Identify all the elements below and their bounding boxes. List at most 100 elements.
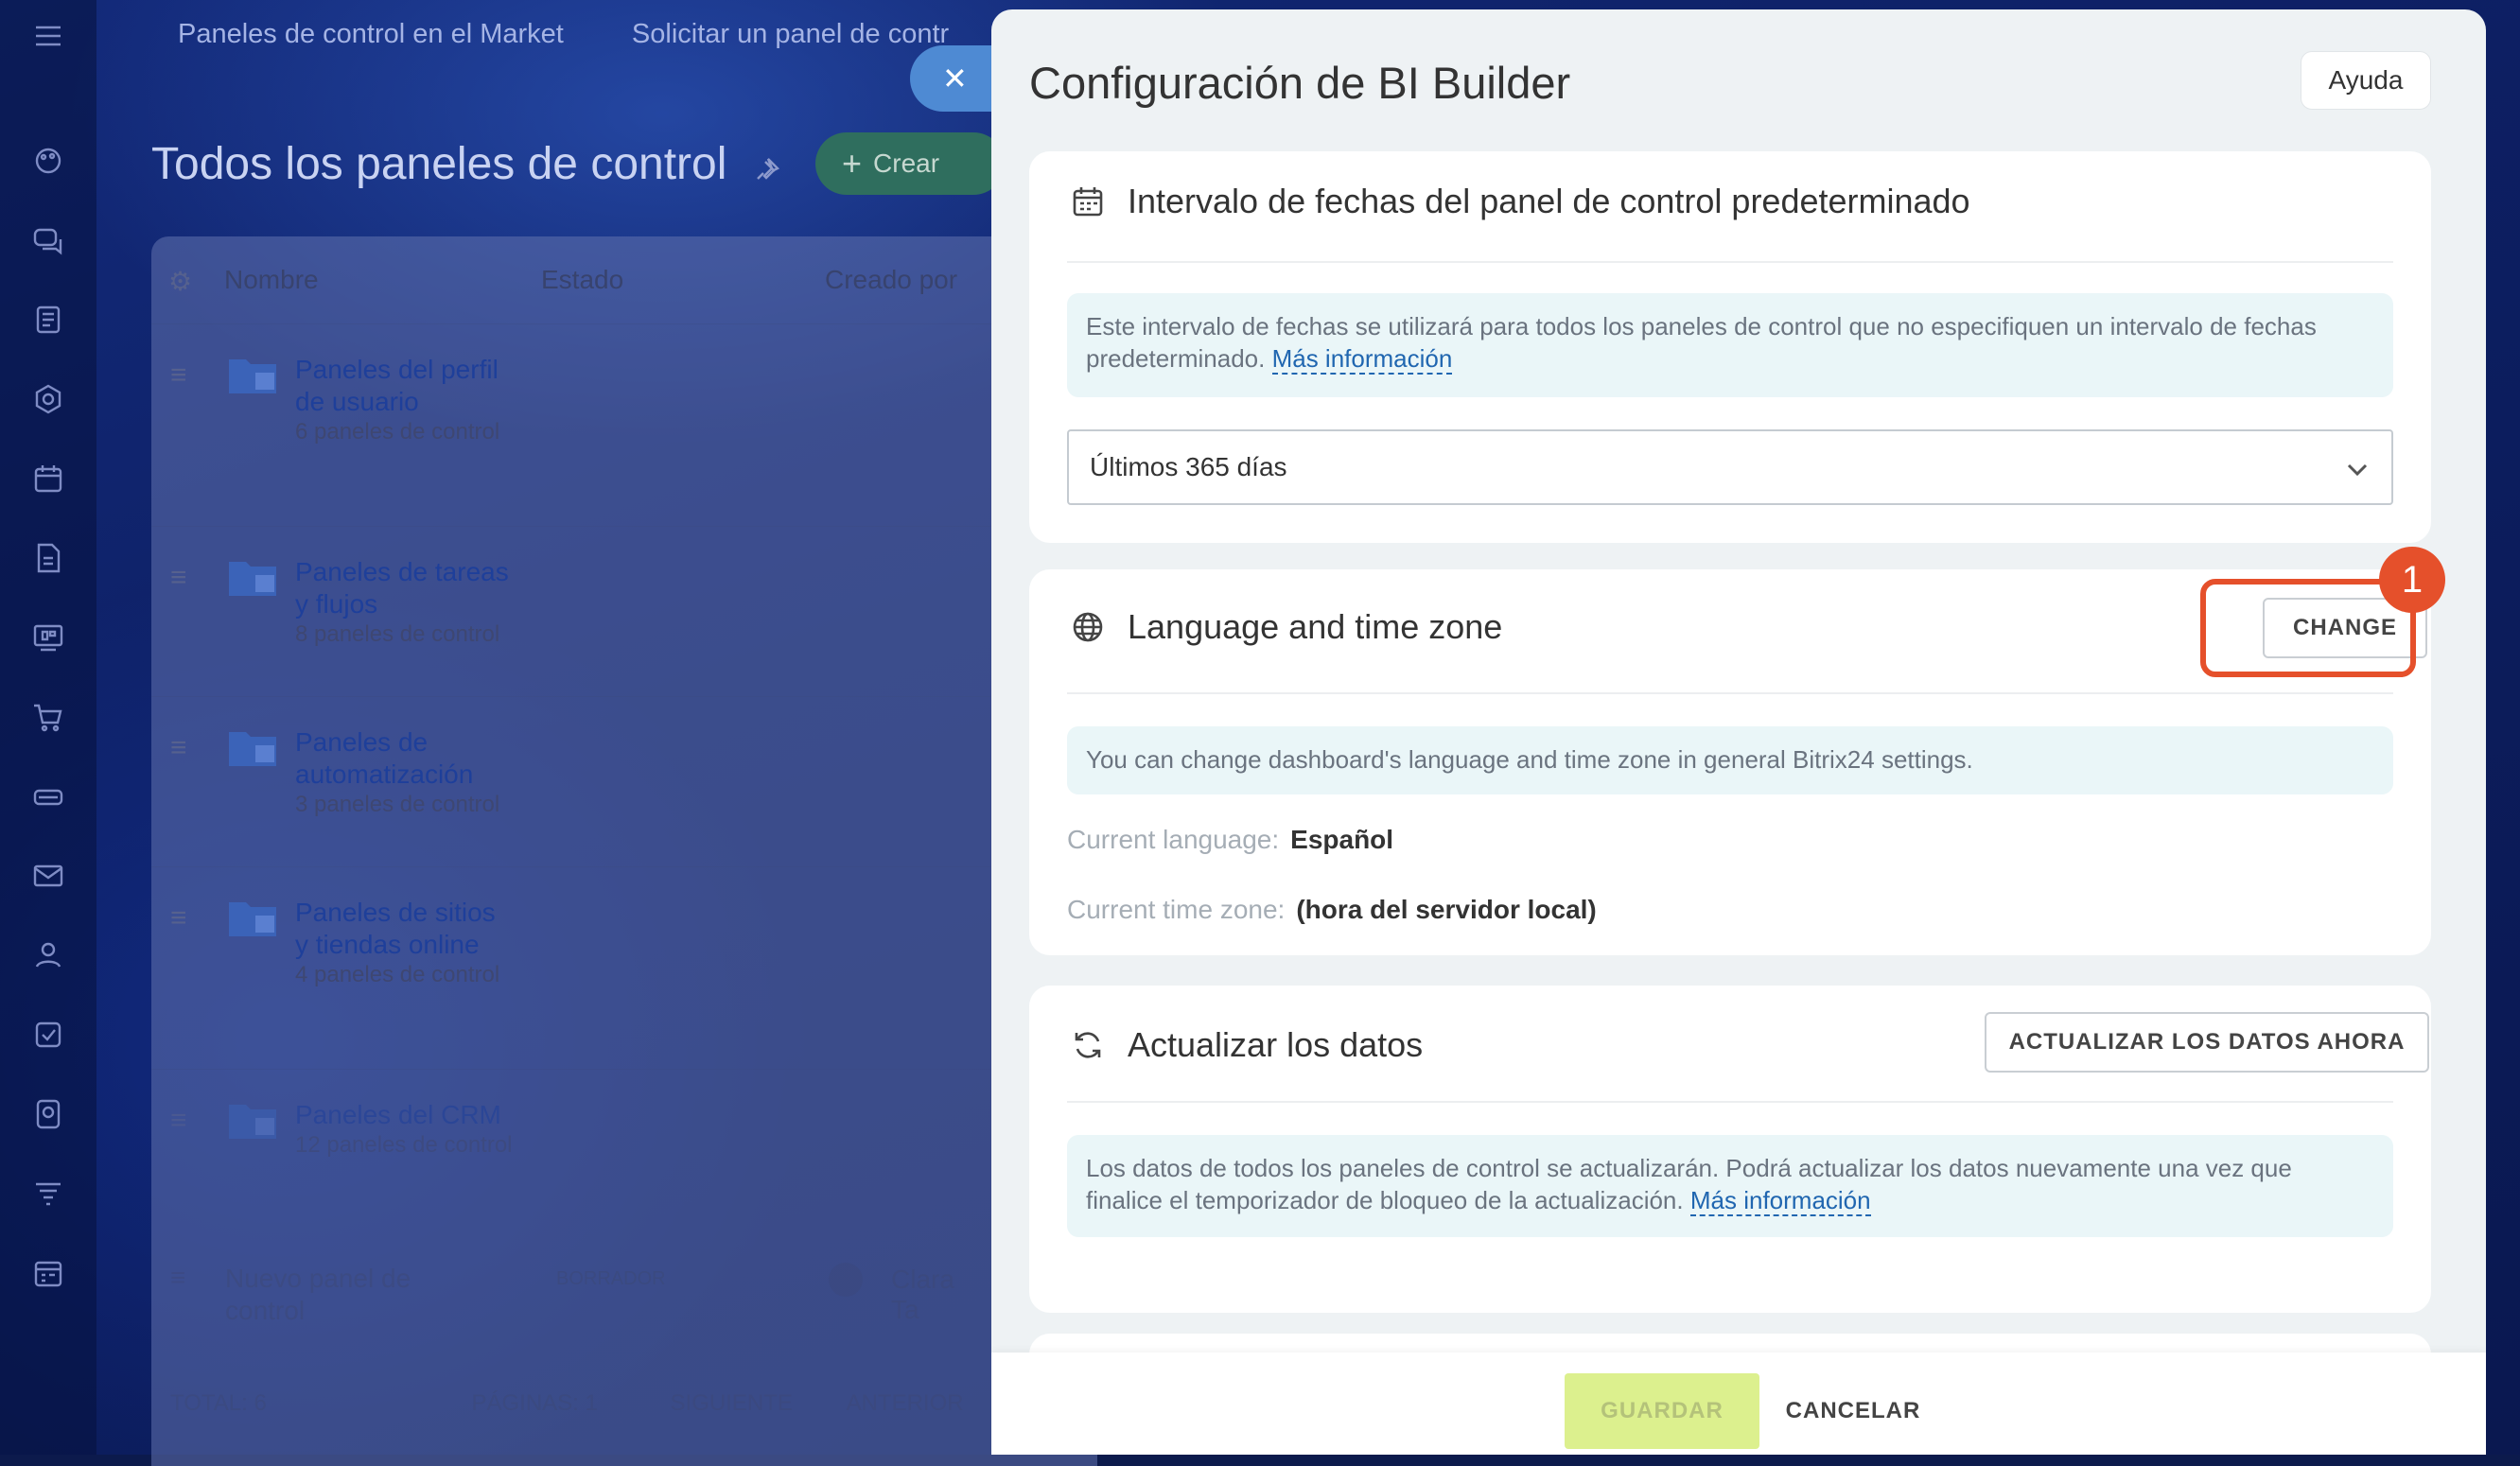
palette-icon[interactable]	[29, 142, 67, 180]
divider	[1067, 261, 2393, 263]
dashboard-count: 6 paneles de control	[295, 419, 500, 445]
divider	[1067, 692, 2393, 694]
hexagon-icon[interactable]	[29, 380, 67, 418]
divider	[1067, 1101, 2393, 1103]
step-badge: 1	[2379, 547, 2445, 613]
more-info-link[interactable]: Más información	[1271, 344, 1453, 375]
drag-handle-icon[interactable]: ≡	[170, 1263, 185, 1293]
create-label: Crear	[873, 148, 940, 178]
calendar-icon	[1073, 187, 1103, 217]
refresh-now-button[interactable]: ACTUALIZAR LOS DATOS AHORA	[1985, 1012, 2429, 1073]
author-name[interactable]: Clara Ta	[891, 1265, 984, 1325]
current-timezone-value: (hora del servidor local)	[1296, 895, 1597, 924]
current-language-label: Current language:	[1067, 825, 1280, 854]
tasks-icon[interactable]	[29, 1016, 67, 1054]
create-button[interactable]: + Crear	[815, 132, 1005, 195]
column-header-created-by[interactable]: Creado por	[825, 265, 957, 295]
document-icon[interactable]	[29, 539, 67, 577]
slider-footer: GUARDAR CANCELAR	[991, 1353, 2486, 1455]
folder-icon	[229, 359, 276, 393]
current-language-value: Español	[1290, 825, 1394, 854]
close-icon: ✕	[942, 61, 968, 96]
feed-icon[interactable]	[29, 301, 67, 339]
cancel-button[interactable]: CANCELAR	[1782, 1373, 1924, 1449]
nav-item-request[interactable]: Solicitar un panel de contr	[632, 19, 949, 49]
dashboard-count: 8 paneles de control	[295, 621, 500, 647]
status-badge: BORRADOR	[556, 1268, 666, 1289]
sites-icon[interactable]	[29, 1095, 67, 1133]
column-header-status[interactable]: Estado	[541, 265, 623, 295]
next-link[interactable]: SIGUIENTE	[671, 1390, 793, 1416]
current-language: Current language: Español	[1067, 825, 1393, 855]
folder-name[interactable]: Paneles de sitios y tiendas online	[295, 898, 496, 959]
date-range-card: Intervalo de fechas del panel de control…	[1029, 151, 2431, 543]
left-sidebar	[0, 0, 96, 1455]
drag-handle-icon[interactable]: ≡	[170, 734, 187, 762]
table-footer: TOTAL: 6 PÁGINAS: 1 SIGUIENTE ANTERIOR	[170, 1390, 964, 1417]
page-count: PÁGINAS: 1	[471, 1390, 598, 1416]
chevron-down-icon	[2347, 463, 2368, 477]
dashboard-count: 4 paneles de control	[295, 962, 500, 987]
slider-title: Configuración de BI Builder	[1029, 58, 1571, 108]
folder-icon	[229, 732, 276, 766]
refresh-info: Los datos de todos los paneles de contro…	[1067, 1135, 2393, 1237]
row-divider	[151, 696, 993, 697]
planner-icon[interactable]	[29, 1254, 67, 1292]
help-button[interactable]: Ayuda	[2301, 51, 2431, 110]
plus-icon: +	[842, 144, 863, 183]
column-header-name[interactable]: Nombre	[224, 265, 319, 295]
language-title: Language and time zone	[1128, 607, 1503, 646]
current-timezone-label: Current time zone:	[1067, 895, 1286, 924]
date-range-selected: Últimos 365 días	[1090, 452, 1287, 481]
folder-icon	[229, 902, 276, 936]
drag-handle-icon[interactable]: ≡	[170, 564, 187, 592]
drag-handle-icon[interactable]: ≡	[170, 1107, 187, 1135]
refresh-title: Actualizar los datos	[1128, 1025, 1424, 1064]
date-range-info-text: Este intervalo de fechas se utilizará pa…	[1086, 312, 2317, 373]
chat-icon[interactable]	[29, 221, 67, 259]
gear-icon[interactable]: ⚙	[168, 266, 192, 297]
row-divider	[151, 323, 993, 324]
filter-icon[interactable]	[29, 1175, 67, 1213]
drag-handle-icon[interactable]: ≡	[170, 904, 187, 933]
top-navigation: Paneles de control en el Market Solicita…	[178, 19, 1009, 50]
current-timezone: Current time zone: (hora del servidor loc…	[1067, 895, 1597, 925]
row-divider	[151, 526, 993, 527]
folder-icon	[229, 562, 276, 596]
settings-slider: Configuración de BI Builder Ayuda Interv…	[991, 9, 2486, 1455]
mail-icon[interactable]	[29, 857, 67, 895]
globe-icon	[1073, 612, 1103, 642]
folder-name[interactable]: Paneles del perfil de usuario	[295, 355, 499, 416]
cart-icon[interactable]	[29, 698, 67, 736]
total-count: TOTAL: 6	[170, 1390, 267, 1416]
refresh-icon	[1075, 1032, 1101, 1058]
page-title: Todos los paneles de control	[151, 139, 727, 189]
row-divider	[151, 1069, 993, 1070]
save-button[interactable]: GUARDAR	[1565, 1373, 1759, 1449]
refresh-info-text: Los datos de todos los paneles de contro…	[1086, 1154, 2292, 1214]
folder-name[interactable]: Paneles de tareas y flujos	[295, 557, 509, 619]
prev-link[interactable]: ANTERIOR	[847, 1390, 964, 1416]
refresh-data-card: Actualizar los datos ACTUALIZAR LOS DATO…	[1029, 986, 2431, 1313]
dashboard-name[interactable]: Nuevo panel de control	[225, 1263, 433, 1327]
avatar	[829, 1263, 863, 1297]
folder-icon	[229, 1105, 276, 1139]
drag-handle-icon[interactable]: ≡	[170, 361, 187, 390]
date-range-title: Intervalo de fechas del panel de control…	[1128, 182, 1970, 220]
dashboard-count: 3 paneles de control	[295, 792, 500, 817]
dashboard-count: 12 paneles de control	[295, 1132, 513, 1158]
row-divider	[151, 866, 993, 867]
date-range-info: Este intervalo de fechas se utilizará pa…	[1067, 293, 2393, 397]
pin-icon[interactable]	[754, 154, 782, 183]
hamburger-menu-icon[interactable]	[29, 17, 67, 55]
contacts-icon[interactable]	[29, 936, 67, 974]
language-info: You can change dashboard's language and …	[1067, 726, 2393, 794]
date-range-select[interactable]: Últimos 365 días	[1067, 429, 2393, 505]
folder-name[interactable]: Paneles del CRM	[295, 1100, 501, 1129]
more-info-link[interactable]: Más información	[1689, 1186, 1871, 1216]
storage-icon[interactable]	[29, 777, 67, 815]
nav-item-market[interactable]: Paneles de control en el Market	[178, 19, 564, 49]
chart-board-icon[interactable]	[29, 619, 67, 656]
folder-name[interactable]: Paneles de automatización	[295, 727, 473, 789]
calendar-icon[interactable]	[29, 460, 67, 497]
